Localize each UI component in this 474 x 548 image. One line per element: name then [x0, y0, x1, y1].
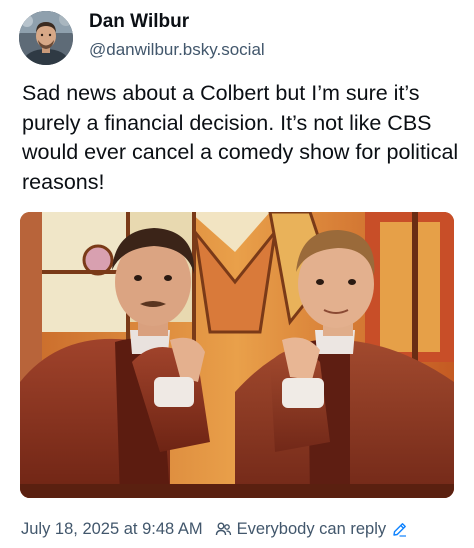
avatar[interactable] — [19, 11, 73, 65]
reply-setting[interactable]: Everybody can reply — [215, 520, 408, 539]
post-footer: July 18, 2025 at 9:48 AM Everybody can r… — [21, 518, 407, 540]
author-name[interactable]: Dan Wilbur — [89, 10, 189, 34]
post-photo — [20, 212, 454, 498]
post-timestamp[interactable]: July 18, 2025 at 9:48 AM — [21, 520, 203, 539]
author-handle[interactable]: @danwilbur.bsky.social — [89, 39, 265, 61]
people-icon — [215, 522, 231, 535]
post-text: Sad news about a Colbert but I’m sure it… — [22, 81, 459, 194]
reply-setting-label: Everybody can reply — [236, 519, 387, 538]
avatar-photo — [19, 11, 73, 65]
pencil-icon[interactable] — [392, 522, 407, 537]
post-card[interactable]: Dan Wilbur @danwilbur.bsky.social Sad ne… — [0, 0, 474, 548]
post-image[interactable] — [20, 212, 454, 498]
